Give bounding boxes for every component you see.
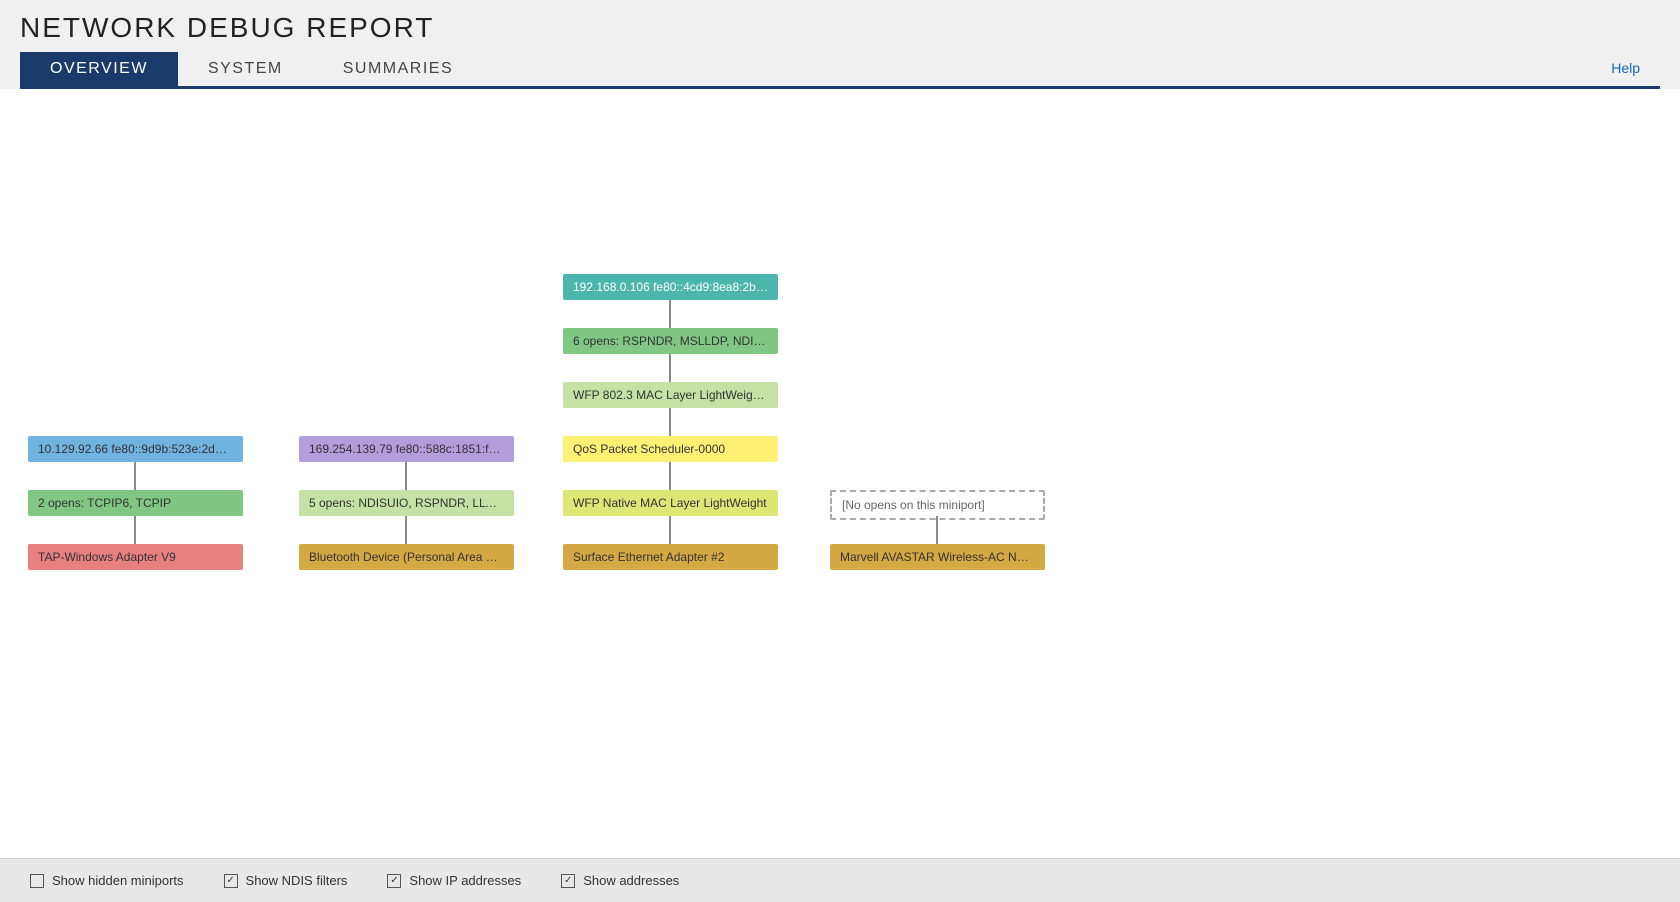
footer-item-hidden[interactable]: Show hidden miniports — [30, 873, 184, 888]
connector — [669, 300, 671, 328]
help-link[interactable]: Help — [1611, 60, 1640, 76]
connector — [936, 516, 938, 544]
footer-label-addresses: Show addresses — [583, 873, 679, 888]
connector — [669, 354, 671, 382]
footer-item-ndis[interactable]: Show NDIS filters — [224, 873, 348, 888]
main-content: 10.129.92.66 fe80::9d9b:523e:2d70:2 2 op… — [0, 89, 1680, 858]
node-qos[interactable]: QoS Packet Scheduler-0000 — [563, 436, 778, 462]
header: Network Debug Report Overview System Sum… — [0, 0, 1680, 89]
node-adapter1[interactable]: TAP-Windows Adapter V9 — [28, 544, 243, 570]
checkbox-ip[interactable] — [387, 874, 401, 888]
node-filter2[interactable]: WFP Native MAC Layer LightWeight — [563, 490, 778, 516]
checkbox-addresses[interactable] — [561, 874, 575, 888]
node-opens3[interactable]: 6 opens: RSPNDR, MSLLDP, NDISUIO — [563, 328, 778, 354]
tab-overview[interactable]: Overview — [20, 52, 178, 86]
node-adapter3[interactable]: Surface Ethernet Adapter #2 — [563, 544, 778, 570]
nav-tabs: Overview System Summaries Help — [20, 52, 1660, 89]
checkbox-ndis[interactable] — [224, 874, 238, 888]
network-diagram: 10.129.92.66 fe80::9d9b:523e:2d70:2 2 op… — [20, 119, 1660, 719]
footer-item-addresses[interactable]: Show addresses — [561, 873, 679, 888]
footer-label-ndis: Show NDIS filters — [246, 873, 348, 888]
node-ip3[interactable]: 192.168.0.106 fe80::4cd9:8ea8:2bc0:e — [563, 274, 778, 300]
node-opens2[interactable]: 5 opens: NDISUIO, RSPNDR, LLTDIO, — [299, 490, 514, 516]
connector — [405, 516, 407, 544]
footer-label-hidden: Show hidden miniports — [52, 873, 184, 888]
connector — [669, 408, 671, 436]
connector — [405, 462, 407, 490]
footer-item-ip[interactable]: Show IP addresses — [387, 873, 521, 888]
node-adapter4[interactable]: Marvell AVASTAR Wireless-AC Netw — [830, 544, 1045, 570]
connector — [134, 516, 136, 544]
checkbox-hidden[interactable] — [30, 874, 44, 888]
node-filter1[interactable]: WFP 802.3 MAC Layer LightWeight Fi — [563, 382, 778, 408]
node-adapter2[interactable]: Bluetooth Device (Personal Area Net — [299, 544, 514, 570]
tab-system[interactable]: System — [178, 52, 313, 86]
node-opens1[interactable]: 2 opens: TCPIP6, TCPIP — [28, 490, 243, 516]
connector — [134, 462, 136, 490]
connector — [669, 462, 671, 490]
footer: Show hidden miniports Show NDIS filters … — [0, 858, 1680, 902]
node-ip2[interactable]: 169.254.139.79 fe80::588c:1851:f711: — [299, 436, 514, 462]
node-ip1[interactable]: 10.129.92.66 fe80::9d9b:523e:2d70:2 — [28, 436, 243, 462]
footer-label-ip: Show IP addresses — [409, 873, 521, 888]
connector — [669, 516, 671, 544]
tab-summaries[interactable]: Summaries — [313, 52, 483, 86]
app-title: Network Debug Report — [20, 12, 1660, 44]
